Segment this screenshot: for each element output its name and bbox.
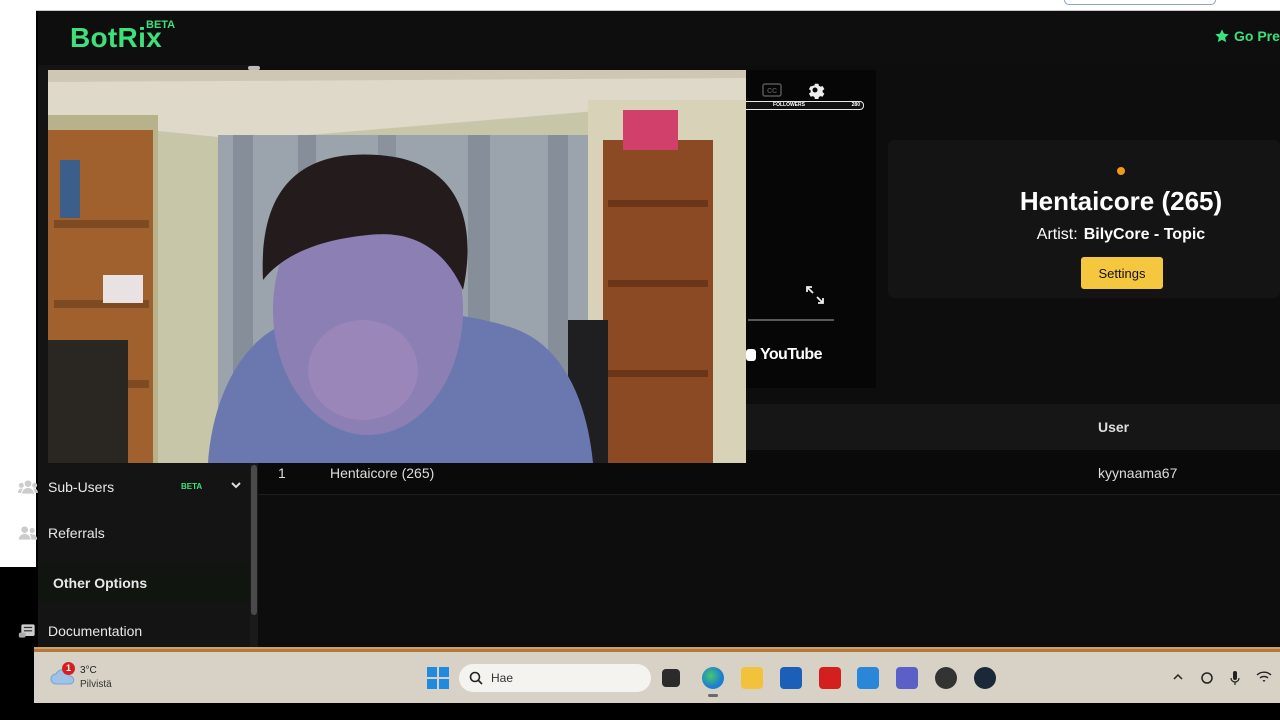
teams-icon[interactable]	[896, 667, 918, 689]
windows-taskbar	[34, 649, 1280, 703]
chevron-down-icon[interactable]	[230, 481, 242, 491]
sidebar-item-documentation[interactable]: Documentation	[18, 619, 142, 643]
webcam-scene	[48, 70, 746, 463]
sidebar-item-label: Sub-Users	[48, 479, 115, 495]
star-icon	[1215, 29, 1229, 43]
search-icon	[469, 671, 483, 685]
sidebar-scrollbar-thumb[interactable]	[251, 465, 257, 615]
logo-beta-badge: BETA	[146, 19, 176, 31]
youtube-icon	[746, 349, 756, 361]
svg-text:CC: CC	[767, 88, 777, 95]
webcam-video	[48, 70, 746, 463]
queue-row-position: 1	[278, 465, 286, 481]
browser-search-box-edge[interactable]	[1064, 0, 1216, 5]
artist-name: BilyCore - Topic	[1083, 226, 1206, 243]
artist-label: Artist:	[1036, 226, 1078, 243]
microsoft-store-icon[interactable]	[780, 667, 802, 689]
edge-active-indicator	[708, 694, 718, 697]
settings-button[interactable]: Settings	[1081, 257, 1163, 289]
go-premium-label: Go Pre	[1234, 28, 1280, 44]
sidebar-item-label: Referrals	[48, 525, 105, 541]
windows-start-icon[interactable]	[427, 667, 449, 689]
weather-temperature[interactable]: 3°C	[80, 665, 97, 676]
users-icon	[18, 480, 38, 494]
obs-icon[interactable]	[935, 667, 957, 689]
queue-row-user: kyynaama67	[1098, 465, 1178, 481]
wifi-icon[interactable]	[1256, 671, 1272, 683]
fullscreen-icon[interactable]	[806, 286, 824, 304]
weather-description[interactable]: Pilvistä	[80, 679, 112, 690]
queue-column-user[interactable]: User	[1098, 419, 1129, 435]
taskbar-search-input[interactable]: Hae	[459, 664, 651, 692]
now-playing-title: Hentaicore (265)	[1019, 186, 1223, 216]
followers-goal: 280	[851, 102, 860, 108]
go-premium-link[interactable]: Go Pre	[1214, 28, 1280, 44]
closed-captions-icon[interactable]: CC	[762, 83, 782, 97]
red-l-app-icon[interactable]	[819, 667, 841, 689]
outlook-icon[interactable]	[857, 667, 879, 689]
sync-icon[interactable]	[1200, 671, 1214, 685]
sidebar-section-label: Other Options	[53, 575, 148, 591]
sidebar-section-other-options: Other Options	[38, 562, 250, 602]
sidebar-item-referrals[interactable]: Referrals	[18, 521, 105, 545]
file-explorer-icon[interactable]	[741, 667, 763, 689]
chevron-up-icon[interactable]	[1172, 671, 1184, 683]
video-player[interactable]	[746, 70, 876, 388]
steam-icon[interactable]	[974, 667, 996, 689]
edge-browser-icon[interactable]	[702, 667, 724, 689]
now-playing-artist: Artist: BilyCore - Topic	[980, 226, 1262, 244]
microphone-icon[interactable]	[1230, 671, 1240, 685]
sub-users-beta-badge: BETA	[181, 482, 203, 491]
taskbar-search-placeholder: Hae	[491, 671, 514, 685]
gear-icon[interactable]	[805, 80, 825, 100]
youtube-logo: YouTube	[746, 346, 822, 364]
queue-row-title: Hentaicore (265)	[330, 465, 435, 481]
app-header: BotRix BETA Go Pre	[38, 11, 1280, 66]
youtube-label: YouTube	[760, 346, 822, 363]
queue-table-header	[746, 404, 1280, 450]
task-view-icon[interactable]	[662, 669, 680, 687]
video-progress-bar[interactable]	[748, 319, 834, 321]
user-group-icon	[18, 526, 38, 540]
sidebar-item-label: Documentation	[48, 623, 143, 639]
sidebar-item-sub-users[interactable]: Sub-Users	[18, 475, 114, 499]
weather-notification-badge: 1	[62, 662, 75, 675]
now-playing-status-dot	[1117, 167, 1125, 175]
scroll-icon	[18, 624, 35, 638]
